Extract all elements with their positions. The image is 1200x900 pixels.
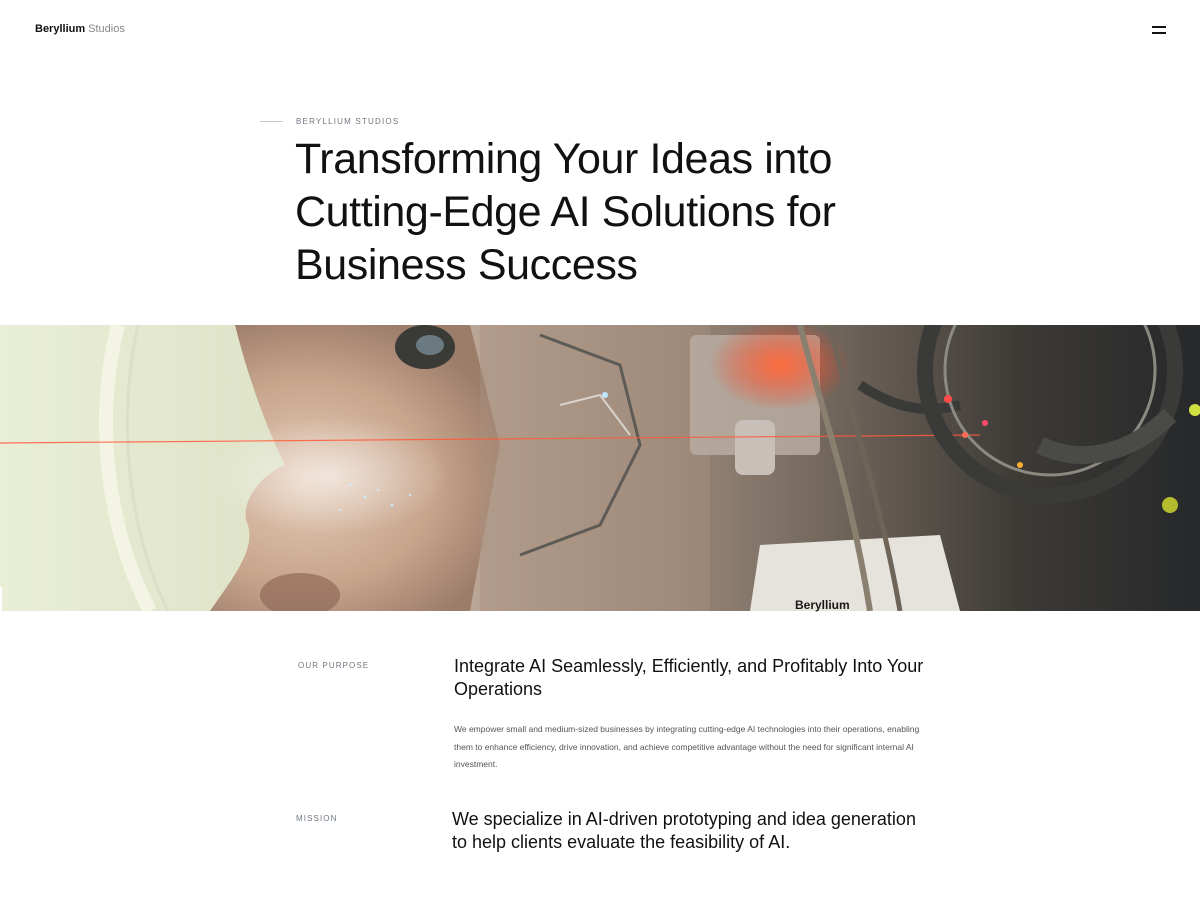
hero-banner-image [0, 325, 1200, 611]
brand-name-bold: Beryllium [35, 23, 86, 35]
hamburger-menu-icon[interactable] [1146, 20, 1172, 40]
site-header: Beryllium Studios [0, 0, 1200, 60]
eyebrow-divider [260, 121, 283, 122]
mission-label: MISSION [296, 814, 338, 823]
hero-title: Transforming Your Ideas into Cutting-Edg… [295, 135, 836, 289]
mission-heading: We specialize in AI-driven prototyping a… [452, 809, 916, 852]
brand-name-light: Studios [88, 23, 125, 35]
purpose-body: We empower small and medium-sized busine… [454, 724, 920, 769]
hero-eyebrow: BERYLLIUM STUDIOS [296, 117, 400, 126]
purpose-heading: Integrate AI Seamlessly, Efficiently, an… [454, 656, 924, 699]
banner-brand-text: Beryllium [795, 598, 850, 612]
purpose-label: OUR PURPOSE [298, 661, 370, 670]
brand-logo[interactable]: Beryllium Studios [35, 22, 125, 36]
